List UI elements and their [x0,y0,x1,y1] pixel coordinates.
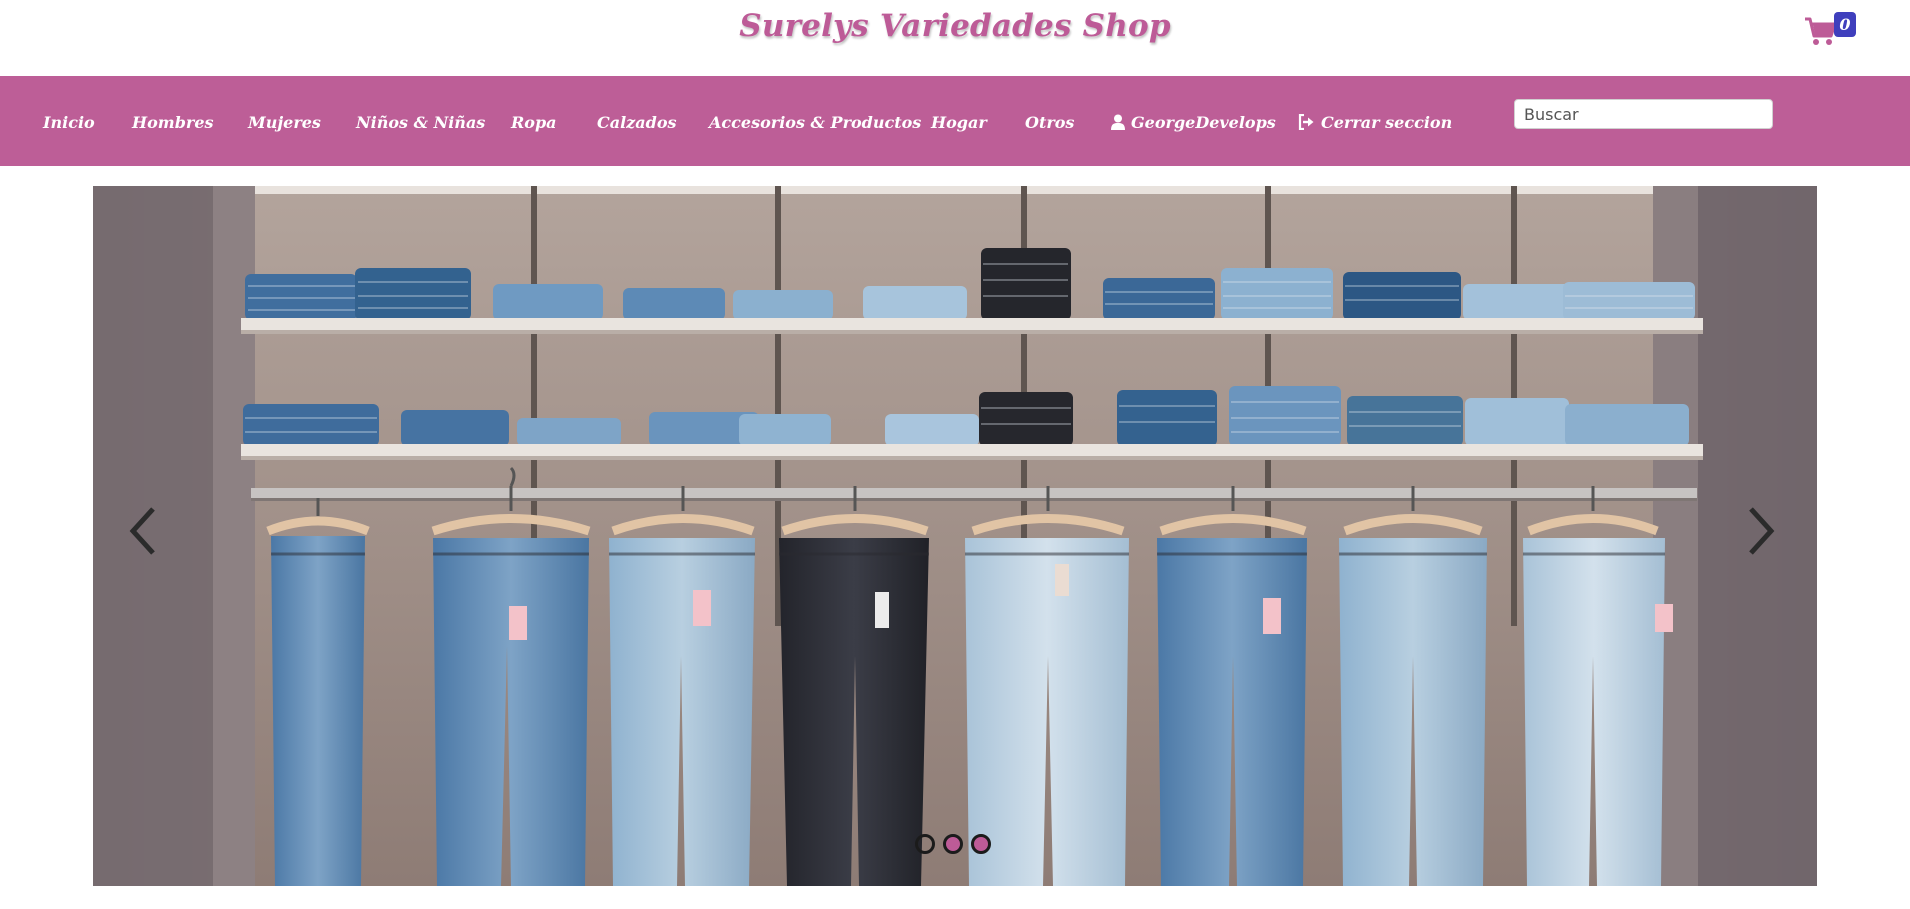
nav-item-label: Niños & Niñas [356,113,486,132]
nav-item-otros[interactable]: Otros [1025,76,1074,166]
nav-item-label: Accesorios & Productos [709,113,922,132]
nav-item-label: Calzados [597,113,677,132]
sign-out-icon [1298,113,1314,130]
nav-item-accesorios-productos[interactable]: Accesorios & Productos [709,76,921,166]
search-input[interactable] [1514,99,1773,129]
nav-item-label: Hombres [132,113,214,132]
nav-item-label: Cerrar seccion [1321,113,1453,132]
nav-item-label: Ropa [511,113,557,132]
nav-item-hombres[interactable]: Hombres [132,76,214,166]
nav-item-hogar[interactable]: Hogar [931,76,987,166]
nav-item-logout[interactable]: Cerrar seccion [1298,76,1452,166]
chevron-left-icon [129,507,155,555]
nav-item-ropa[interactable]: Ropa [511,76,557,166]
site-logo[interactable]: Surelys Variedades Shop [0,8,1910,44]
carousel-dot-2[interactable] [943,834,963,854]
nav-item-label: Hogar [931,113,987,132]
carousel-next-button[interactable] [1741,491,1785,571]
carousel-slide-image [93,186,1817,886]
carousel-dot-1[interactable] [915,834,935,854]
hero-carousel [93,186,1817,886]
nav-item-label: Mujeres [248,113,321,132]
nav-item-calzados[interactable]: Calzados [597,76,677,166]
nav-item-user-account[interactable]: GeorgeDevelops [1111,76,1276,166]
main-nav: Inicio Hombres Mujeres Niños & Niñas Rop… [0,76,1910,166]
nav-item-inicio[interactable]: Inicio [43,76,95,166]
carousel-dot-3[interactable] [971,834,991,854]
nav-item-label: Otros [1025,113,1075,132]
chevron-right-icon [1749,507,1775,555]
user-icon [1111,114,1125,130]
site-header: Surelys Variedades Shop 0 [0,0,1910,76]
cart-button[interactable]: 0 [1804,10,1856,50]
nav-item-label: GeorgeDevelops [1131,113,1276,132]
nav-item-mujeres[interactable]: Mujeres [248,76,321,166]
nav-item-label: Inicio [43,113,95,132]
nav-item-ninos-ninas[interactable]: Niños & Niñas [356,76,485,166]
carousel-indicators [915,834,995,858]
cart-count-badge: 0 [1834,12,1856,37]
shopping-cart-icon [1805,17,1837,45]
carousel-prev-button[interactable] [119,491,163,571]
